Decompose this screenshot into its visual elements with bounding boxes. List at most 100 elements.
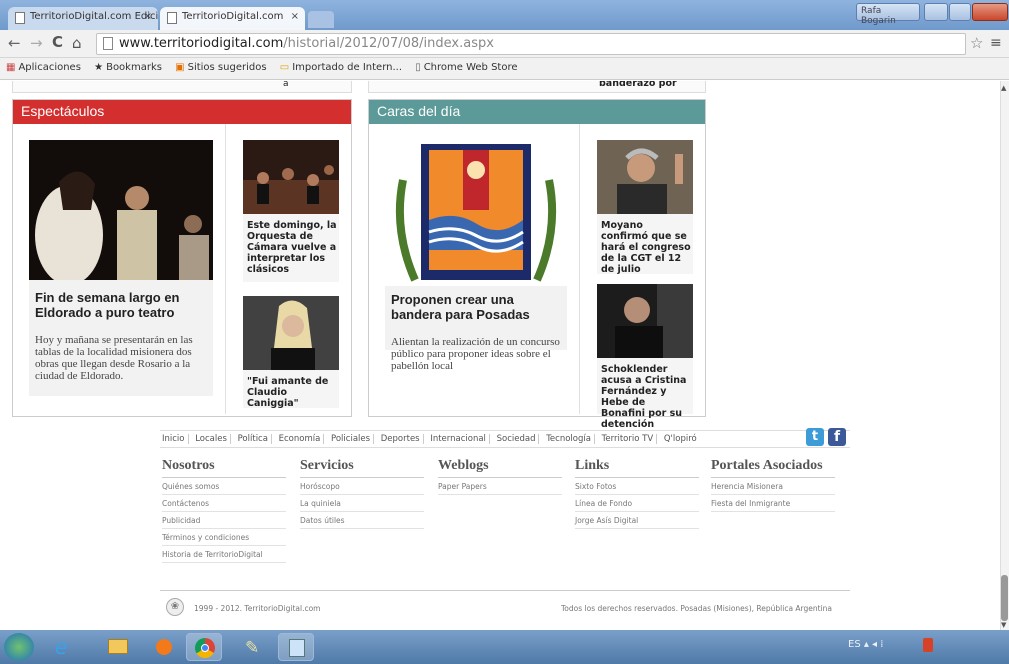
- facebook-icon[interactable]: f: [828, 428, 846, 446]
- twitter-icon[interactable]: t: [806, 428, 824, 446]
- column-title: Nosotros: [162, 458, 286, 478]
- tray-alert-icon[interactable]: [923, 638, 933, 652]
- footer-nav-tecnologia[interactable]: Tecnología: [546, 434, 595, 444]
- footer-nav-politica[interactable]: Política: [237, 434, 272, 444]
- footer-link[interactable]: Línea de Fondo: [575, 495, 699, 512]
- side-story-card[interactable]: Moyano confirmó que se hará el congreso …: [597, 140, 693, 275]
- footer-nav-policiales[interactable]: Policiales: [331, 434, 375, 444]
- browser-tab-1[interactable]: TerritorioDigital.com Edici ×: [8, 7, 158, 30]
- paint-icon[interactable]: ✎: [236, 633, 272, 661]
- footer-link[interactable]: Términos y condiciones: [162, 529, 286, 546]
- footer-link[interactable]: Paper Papers: [438, 478, 562, 495]
- bookmark-sitios-sugeridos[interactable]: ▣ Sitios sugeridos: [175, 62, 266, 73]
- browser-tab-2[interactable]: TerritorioDigital.com ×: [160, 7, 305, 30]
- fragment-text: á: [283, 81, 289, 89]
- main-story-card[interactable]: Fin de semana largo en Eldorado a puro t…: [29, 140, 213, 396]
- rights-text: Todos los derechos reservados. Posadas (…: [561, 604, 833, 613]
- fragment-text[interactable]: banderazo por: [599, 81, 677, 89]
- footer-column-servicios: Servicios Horóscopo La quiniela Datos út…: [300, 458, 424, 529]
- footer-link[interactable]: Historia de TerritorioDigital: [162, 546, 286, 563]
- footer-column-nosotros: Nosotros Quiénes somos Contáctenos Publi…: [162, 458, 286, 563]
- side-story-caption[interactable]: Schoklender acusa a Cristina Fernández y…: [601, 364, 691, 430]
- footer-nav-deportes[interactable]: Deportes: [380, 434, 424, 444]
- footer-link[interactable]: La quiniela: [300, 495, 424, 512]
- bookmark-chrome-web-store[interactable]: ▯ Chrome Web Store: [415, 62, 517, 73]
- flag-proposal-image[interactable]: [385, 140, 567, 286]
- section-title[interactable]: Caras del día: [369, 100, 705, 124]
- maximize-button[interactable]: [949, 3, 971, 21]
- system-tray[interactable]: ES ▴ ◂ ⁞: [848, 639, 883, 650]
- footer-link[interactable]: Jorge Asís Digital: [575, 512, 699, 529]
- scroll-up-icon[interactable]: ▲: [1001, 84, 1006, 92]
- moyano-photo[interactable]: [597, 140, 693, 214]
- scroll-down-icon[interactable]: ▼: [1001, 621, 1006, 629]
- media-player-icon[interactable]: [146, 633, 182, 661]
- footer-nav-inicio[interactable]: Inicio: [162, 434, 189, 444]
- orchestra-photo[interactable]: [243, 140, 339, 214]
- bookmark-aplicaciones[interactable]: ▦ Aplicaciones: [6, 62, 81, 73]
- reload-icon[interactable]: C: [52, 33, 63, 51]
- side-story-card[interactable]: "Fui amante de Claudio Caniggia": [243, 296, 339, 409]
- story-headline[interactable]: Proponen crear una bandera para Posadas: [391, 292, 563, 322]
- footer-link[interactable]: Publicidad: [162, 512, 286, 529]
- footer-link[interactable]: Horóscopo: [300, 478, 424, 495]
- side-story-caption[interactable]: "Fui amante de Claudio Caniggia": [247, 376, 337, 409]
- chrome-menu-icon[interactable]: ≡: [990, 35, 1002, 51]
- tab-label: TerritorioDigital.com: [182, 11, 284, 22]
- footer-nav-qlopiro[interactable]: Q'lopiró: [664, 434, 700, 444]
- bookmark-label: Sitios sugeridos: [187, 62, 267, 73]
- footer-link[interactable]: Herencia Misionera: [711, 478, 835, 495]
- story-headline[interactable]: Fin de semana largo en Eldorado a puro t…: [35, 290, 210, 320]
- notepad-icon[interactable]: [278, 633, 314, 661]
- explorer-icon[interactable]: [100, 633, 136, 661]
- column-divider: [579, 124, 580, 414]
- side-story-card[interactable]: Este domingo, la Orquesta de Cámara vuel…: [243, 140, 339, 282]
- side-story-card[interactable]: Schoklender acusa a Cristina Fernández y…: [597, 284, 693, 430]
- footer-nav-economia[interactable]: Economía: [278, 434, 325, 444]
- scroll-thumb[interactable]: [1001, 575, 1008, 621]
- footer-nav-territorio-tv[interactable]: Territorio TV: [601, 434, 658, 444]
- footer-link[interactable]: Sixto Fotos: [575, 478, 699, 495]
- bookmark-bookmarks[interactable]: ★ Bookmarks: [94, 62, 162, 73]
- story-summary: Alientan la realización de un concurso p…: [391, 336, 560, 372]
- footer-nav-sociedad[interactable]: Sociedad: [496, 434, 540, 444]
- page-icon: ▯: [415, 62, 421, 73]
- copyright-text: 1999 - 2012. TerritorioDigital.com: [194, 604, 321, 613]
- territorio-logo-icon: ❀: [166, 598, 184, 616]
- address-bar[interactable]: www.territoriodigital.com/historial/2012…: [96, 33, 966, 55]
- schoklender-photo[interactable]: [597, 284, 693, 358]
- close-window-button[interactable]: [972, 3, 1008, 21]
- star-icon: ★: [94, 62, 104, 73]
- footer-link[interactable]: Quiénes somos: [162, 478, 286, 495]
- back-arrow-icon[interactable]: ←: [8, 34, 21, 52]
- chrome-icon[interactable]: [186, 633, 222, 661]
- tab-label: TerritorioDigital.com Edici: [30, 11, 158, 22]
- woman-portrait-photo[interactable]: [243, 296, 339, 370]
- forward-arrow-icon[interactable]: →: [30, 34, 43, 52]
- column-divider: [225, 124, 226, 414]
- minimize-button[interactable]: [924, 3, 948, 21]
- footer-nav-internacional[interactable]: Internacional: [430, 434, 490, 444]
- footer-link[interactable]: Datos útiles: [300, 512, 424, 529]
- tab-close-icon[interactable]: ×: [144, 11, 152, 22]
- main-story-card[interactable]: Proponen crear una bandera para Posadas …: [385, 140, 567, 372]
- ie-icon[interactable]: e: [46, 633, 82, 661]
- section-title[interactable]: Espectáculos: [13, 100, 351, 124]
- bookmark-star-icon[interactable]: ☆: [970, 34, 983, 52]
- start-orb-icon[interactable]: [4, 633, 34, 661]
- windows-taskbar: e ✎ ES ▴ ◂ ⁞: [0, 630, 1009, 664]
- side-story-caption[interactable]: Moyano confirmó que se hará el congreso …: [601, 220, 691, 275]
- theater-photo[interactable]: [29, 140, 213, 280]
- footer-link[interactable]: Fiesta del Inmigrante: [711, 495, 835, 512]
- new-tab-button[interactable]: [308, 11, 334, 28]
- home-icon[interactable]: ⌂: [72, 34, 82, 52]
- bookmark-importado[interactable]: ▭ Importado de Intern...: [280, 62, 402, 73]
- vertical-scrollbar[interactable]: [1000, 81, 1009, 630]
- side-story-caption[interactable]: Este domingo, la Orquesta de Cámara vuel…: [247, 220, 337, 275]
- footer-link[interactable]: Contáctenos: [162, 495, 286, 512]
- window-user-badge[interactable]: Rafa Bogarin: [856, 3, 920, 26]
- column-title: Weblogs: [438, 458, 562, 478]
- footer-nav-locales[interactable]: Locales: [195, 434, 231, 444]
- espectaculos-section: Espectáculos Fin de semana largo en Eldo…: [12, 99, 352, 417]
- tab-close-icon[interactable]: ×: [291, 11, 299, 22]
